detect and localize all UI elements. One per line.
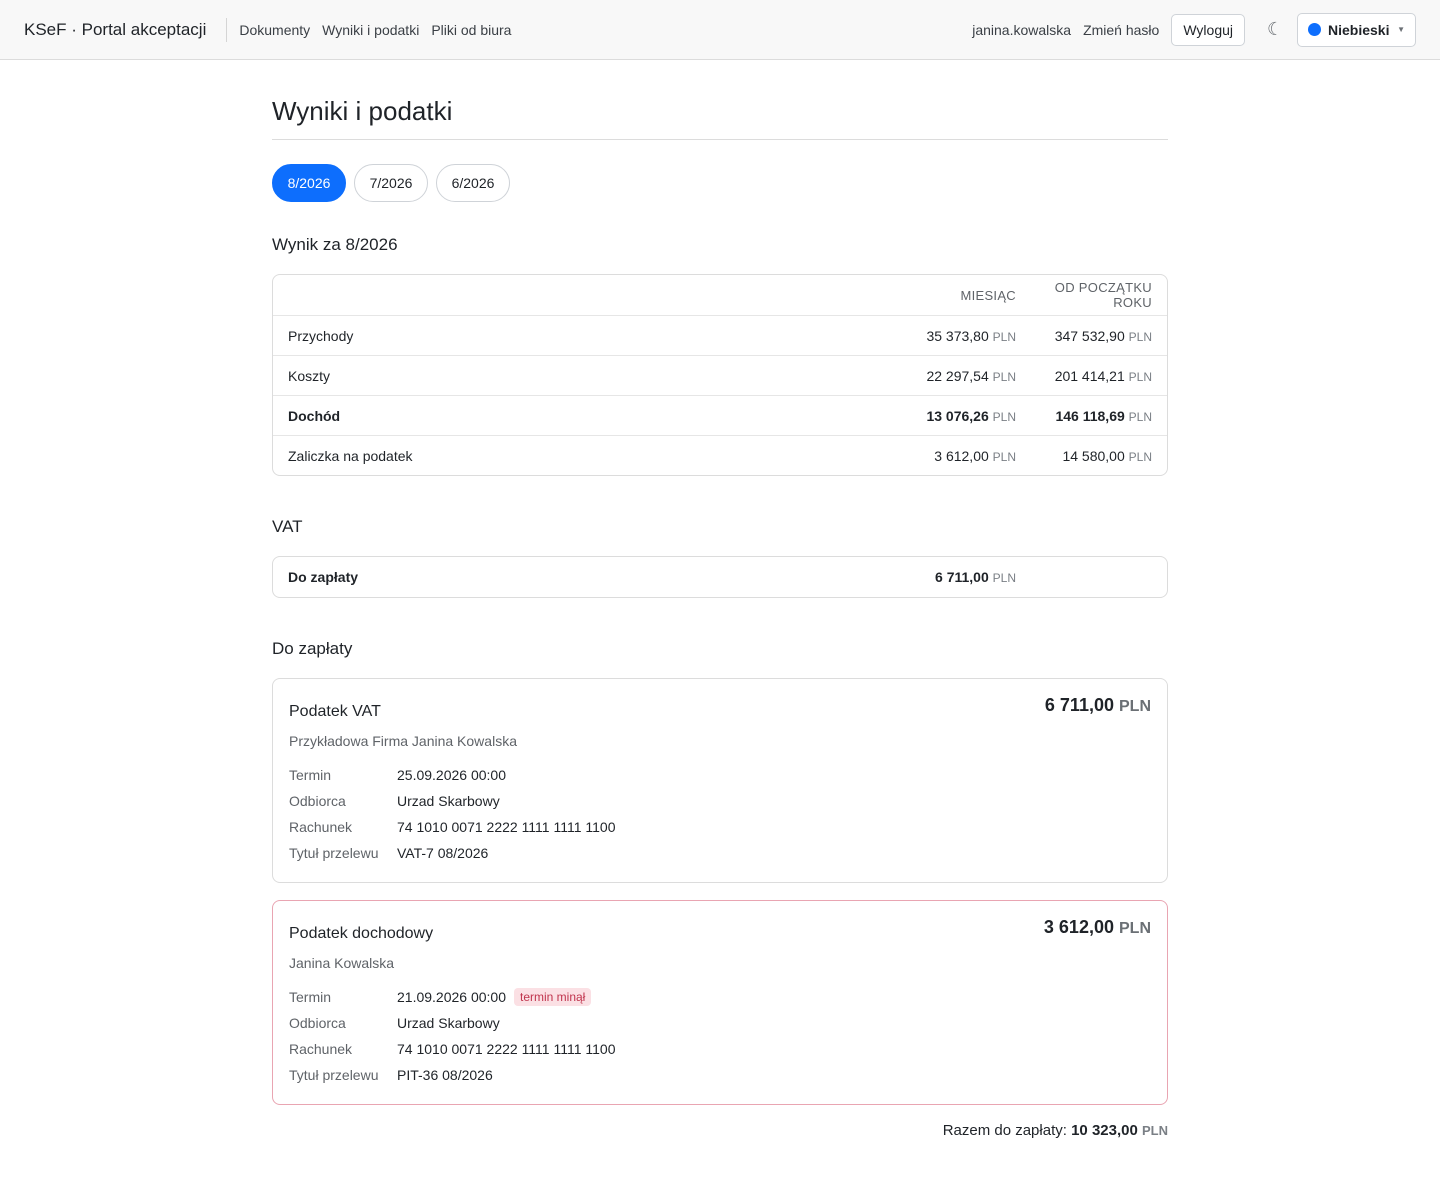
payment-payer: Przykładowa Firma Janina Kowalska [289, 733, 517, 749]
nav-link-wyniki[interactable]: Wyniki i podatki [322, 22, 419, 38]
page-title: Wyniki i podatki [272, 96, 1168, 140]
payment-name: Podatek VAT [289, 703, 381, 720]
vat-label: Do zapłaty [288, 569, 359, 585]
detail-label: Tytuł przelewu [289, 845, 379, 861]
ytd-value: 347 532,90 [1054, 327, 1125, 344]
row-label: Koszty [288, 367, 331, 384]
table-row: Koszty 22 297,54 PLN 201 414,21 PLN [273, 355, 1167, 395]
nav-link-pliki[interactable]: Pliki od biura [431, 22, 511, 38]
vat-table: Do zapłaty 6 711,00 PLN [272, 556, 1168, 598]
results-title: Wynik za 8/2026 [272, 235, 398, 254]
detail-label: Rachunek [289, 819, 353, 835]
detail-label: Tytuł przelewu [289, 1067, 379, 1083]
vat-amount: 6 711,00 [935, 569, 989, 585]
total-currency: PLN [1142, 1123, 1168, 1138]
total-label: Razem do zapłaty: [942, 1122, 1067, 1139]
detail-rachunek[interactable]: 74 1010 0071 2222 1111 1111 1100 [397, 1041, 616, 1057]
detail-odbiorca: Urzad Skarbowy [397, 1015, 500, 1031]
detail-termin: 21.09.2026 00:00 [397, 989, 506, 1005]
theme-select-label: Niebieski [1328, 21, 1390, 38]
payment-amount: 3 612,00 PLN [1043, 917, 1151, 937]
table-row: Zaliczka na podatek 3 612,00 PLN 14 580,… [273, 435, 1167, 475]
ytd-value: 146 118,69 [1055, 407, 1125, 424]
payment-card-pit: Podatek dochodowy 3 612,00 PLN Janina Ko… [272, 900, 1168, 1105]
table-row: Do zapłaty 6 711,00 PLN [288, 569, 1016, 585]
payment-details: Termin 25.09.2026 00:00 Odbiorca Urzad Ska… [289, 762, 1151, 866]
payments-title: Do zapłaty [272, 639, 353, 658]
month-value: 13 076,26 [926, 407, 989, 424]
detail-tytul[interactable]: VAT-7 08/2026 [397, 845, 488, 861]
payment-details: Termin 21.09.2026 00:00 termin minął Odbio… [289, 984, 1151, 1088]
payment-payer: Janina Kowalska [289, 955, 395, 971]
detail-label: Rachunek [289, 1041, 353, 1057]
table-row: Dochód 13 076,26 PLN 146 118,69 PLN [273, 395, 1167, 435]
payment-name: Podatek dochodowy [289, 925, 434, 942]
month-value: 3 612,00 [934, 447, 989, 464]
app-brand[interactable]: KSeF · Portal akceptacji [24, 17, 228, 42]
nav-link-dokumenty[interactable]: Dokumenty [239, 22, 310, 38]
month-value: 22 297,54 [926, 367, 989, 384]
row-label: Przychody [288, 327, 354, 344]
col-ytd-header: OD POCZĄTKU ROKU [1054, 280, 1152, 310]
table-row: Przychody 35 373,80 PLN 347 532,90 PLN [273, 315, 1167, 355]
main-content: Wyniki i podatki 8/2026 7/2026 6/2026 Wy… [272, 96, 1168, 1139]
period-selector: 8/2026 7/2026 6/2026 [272, 164, 1168, 202]
overdue-badge: termin minął [514, 988, 592, 1006]
payment-card-vat: Podatek VAT 6 711,00 PLN Przykładowa Fir… [272, 678, 1168, 883]
payment-amount: 6 711,00 PLN [1044, 695, 1151, 715]
detail-tytul[interactable]: PIT-36 08/2026 [397, 1067, 493, 1083]
top-navbar: KSeF · Portal akceptacji Dokumenty Wynik… [0, 0, 1440, 60]
username: janina.kowalska [972, 21, 1072, 38]
detail-termin: 25.09.2026 00:00 [397, 767, 506, 783]
detail-label: Termin [289, 989, 332, 1005]
period-button-7-2026[interactable]: 7/2026 [354, 164, 428, 202]
row-label: Dochód [288, 407, 341, 424]
results-header-row: MIESIĄC OD POCZĄTKU ROKU [273, 275, 1167, 315]
moon-icon[interactable]: ☾ [1267, 19, 1283, 40]
theme-select[interactable]: Niebieski ▼ [1297, 12, 1416, 47]
user-area: janina.kowalska Zmień hasło Wyloguj ☾ Ni… [972, 12, 1416, 47]
col-month-header: MIESIĄC [960, 287, 1016, 303]
detail-label: Termin [289, 767, 332, 783]
month-value: 35 373,80 [926, 327, 989, 344]
total-amount: 10 323,00 [1071, 1122, 1138, 1139]
vat-title: VAT [272, 517, 303, 536]
logout-button[interactable]: Wyloguj [1171, 13, 1245, 46]
chevron-down-icon: ▼ [1397, 25, 1405, 34]
detail-label: Odbiorca [289, 793, 346, 809]
main-nav: Dokumenty Wyniki i podatki Pliki od biur… [239, 22, 511, 38]
detail-label: Odbiorca [289, 1015, 346, 1031]
detail-odbiorca: Urzad Skarbowy [397, 793, 500, 809]
theme-color-dot [1308, 23, 1321, 36]
period-button-6-2026[interactable]: 6/2026 [436, 164, 510, 202]
change-password-link[interactable]: Zmień hasło [1083, 22, 1159, 38]
ytd-value: 201 414,21 [1054, 367, 1125, 384]
row-label: Zaliczka na podatek [288, 447, 413, 464]
period-button-8-2026[interactable]: 8/2026 [272, 164, 346, 202]
results-table: MIESIĄC OD POCZĄTKU ROKU Przychody 35 37… [272, 274, 1168, 476]
ytd-value: 14 580,00 [1062, 447, 1125, 464]
detail-rachunek[interactable]: 74 1010 0071 2222 1111 1111 1100 [397, 819, 616, 835]
total-to-pay: Razem do zapłaty: 10 323,00 PLN [272, 1122, 1168, 1139]
